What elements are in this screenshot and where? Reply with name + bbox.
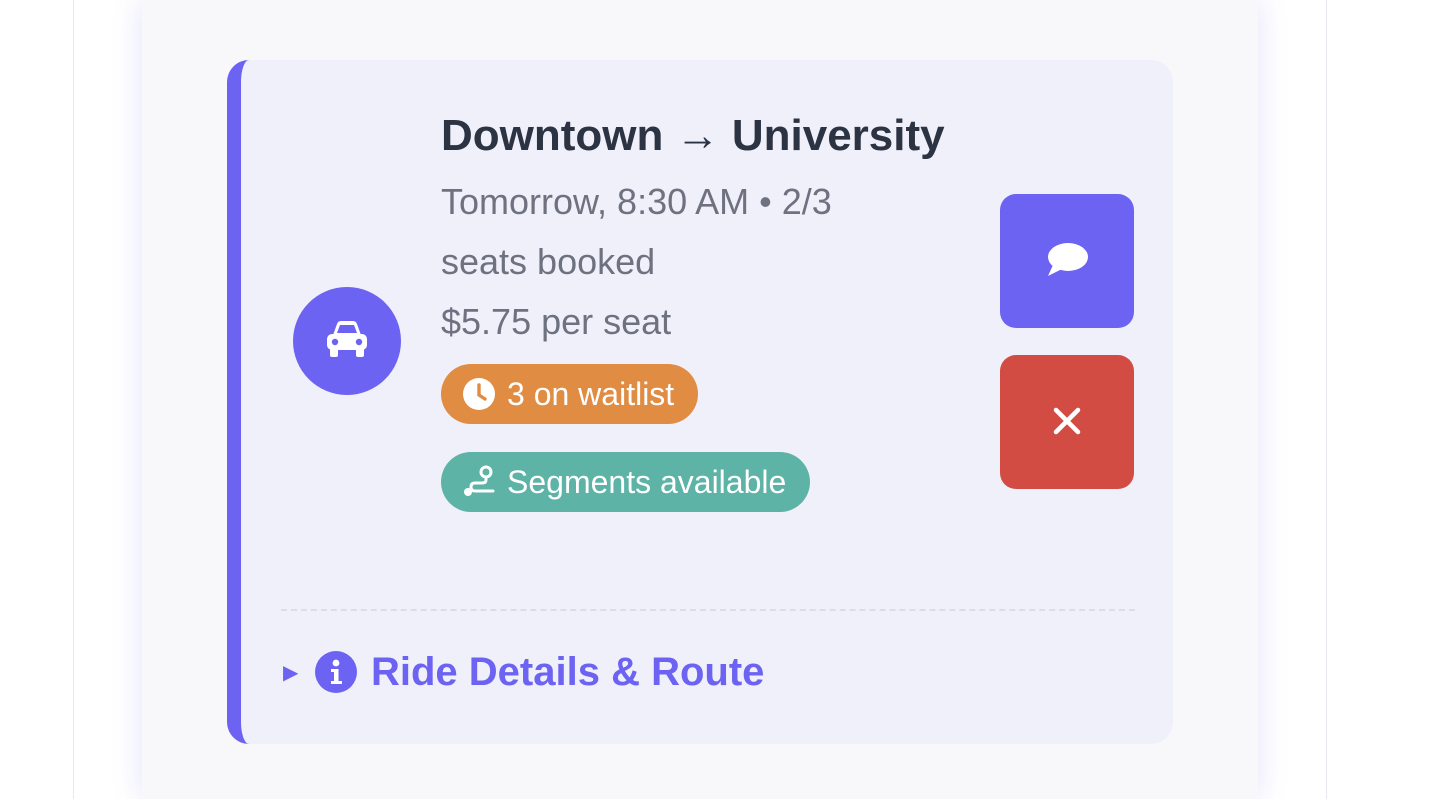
ride-meta: Tomorrow, 8:30 AM • 2/3 seats booked $5.… bbox=[441, 172, 941, 352]
ride-price: $5.75 per seat bbox=[441, 301, 672, 342]
card-divider bbox=[281, 609, 1135, 611]
ride-card: Downtown → University Tomorrow, 8:30 AM … bbox=[227, 60, 1173, 744]
ride-time-seats: Tomorrow, 8:30 AM • 2/3 bbox=[441, 181, 832, 222]
ride-info: Downtown → University Tomorrow, 8:30 AM … bbox=[441, 100, 1001, 512]
route-destination: University bbox=[731, 111, 945, 160]
route-icon bbox=[461, 464, 497, 500]
ride-details-label: Ride Details & Route bbox=[371, 649, 765, 694]
message-driver-button[interactable] bbox=[1000, 194, 1134, 328]
ride-route-title: Downtown → University bbox=[441, 100, 961, 172]
waitlist-badge-label: 3 on waitlist bbox=[507, 375, 675, 412]
car-icon bbox=[324, 319, 370, 364]
waitlist-badge: 3 on waitlist bbox=[441, 364, 699, 424]
ride-avatar bbox=[293, 287, 401, 395]
close-icon bbox=[1051, 405, 1083, 440]
route-origin: Downtown bbox=[441, 111, 664, 160]
info-icon bbox=[315, 651, 357, 693]
segments-badge-label: Segments available bbox=[507, 463, 787, 500]
cancel-ride-button[interactable] bbox=[1000, 355, 1134, 489]
ride-details-toggle[interactable]: ▶ Ride Details & Route bbox=[283, 644, 764, 700]
clock-icon bbox=[461, 376, 497, 412]
arrow-right-icon: → bbox=[675, 111, 720, 160]
comment-icon bbox=[1044, 240, 1090, 283]
caret-right-icon: ▶ bbox=[283, 661, 299, 684]
segments-badge-row: Segments available bbox=[441, 424, 1001, 512]
segments-badge: Segments available bbox=[441, 452, 811, 512]
waitlist-badge-row: 3 on waitlist bbox=[441, 352, 1001, 424]
ride-seats-booked: seats booked bbox=[441, 241, 656, 282]
